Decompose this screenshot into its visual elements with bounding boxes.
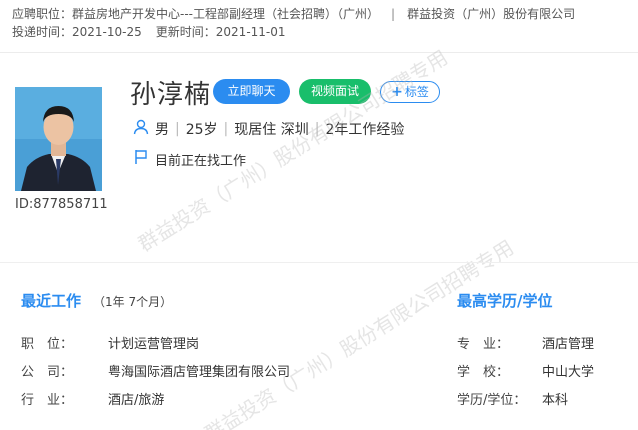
job-status: 目前正在找工作 — [133, 149, 246, 169]
recent-work-title: 最近工作 — [21, 292, 82, 310]
add-tag-button[interactable]: + 标签 — [380, 81, 440, 103]
flag-icon — [133, 149, 149, 169]
separator: | — [223, 121, 229, 137]
work-label-position: 职 位： — [21, 337, 74, 352]
update-label: 更新时间： — [155, 25, 216, 39]
basic-info: 男 | 25岁 | 现居住 深圳 | 2年工作经验 — [133, 119, 404, 139]
work-value-company: 粤海国际酒店管理集团有限公司 — [108, 365, 291, 380]
candidate-name: 孙淳楠 — [130, 80, 212, 110]
edu-label-major: 专 业： — [457, 337, 510, 352]
avatar — [15, 87, 102, 191]
chat-now-button[interactable]: 立即聊天 — [213, 79, 290, 104]
company-name: 群益投资（广州）股份有限公司 — [407, 7, 576, 21]
separator: | — [314, 121, 320, 137]
submit-date: 2021-10-25 — [72, 25, 142, 39]
edu-label-school: 学 校： — [457, 365, 510, 380]
work-value-position: 计划运营管理岗 — [108, 337, 200, 352]
edu-label-degree: 学历/学位： — [457, 393, 527, 408]
edu-value-school: 中山大学 — [542, 365, 595, 380]
edu-value-major: 酒店管理 — [542, 337, 595, 352]
location: 现居住 深圳 — [234, 122, 309, 138]
work-value-industry: 酒店/旅游 — [108, 393, 165, 408]
video-interview-button[interactable]: 视频面试 — [299, 79, 371, 104]
separator: | — [175, 121, 180, 137]
edu-value-degree: 本科 — [542, 393, 569, 408]
plus-icon: + — [391, 84, 403, 100]
person-icon — [133, 119, 149, 139]
divider — [0, 52, 638, 53]
candidate-id: ID:877858711 — [15, 197, 108, 212]
experience: 2年工作经验 — [325, 122, 405, 138]
position-value: 群益房地产开发中心---工程部副经理（社会招聘）（广州） — [72, 7, 380, 21]
application-info: 应聘职位：群益房地产开发中心---工程部副经理（社会招聘）（广州） | 群益投资（广… — [12, 5, 575, 41]
time-row: 投递时间：2021-10-25 更新时间：2021-11-01 — [12, 23, 575, 41]
gender: 男 — [155, 122, 169, 138]
age: 25岁 — [185, 122, 218, 138]
work-duration: （1年 7个月） — [93, 295, 173, 309]
application-row: 应聘职位：群益房地产开发中心---工程部副经理（社会招聘）（广州） | 群益投资（广… — [12, 5, 575, 23]
work-label-industry: 行 业： — [21, 393, 74, 408]
update-date: 2021-11-01 — [215, 25, 286, 39]
education-title: 最高学历/学位 — [457, 292, 553, 310]
tag-label: 标签 — [404, 85, 429, 99]
divider — [0, 262, 638, 263]
work-label-company: 公 司： — [21, 365, 74, 380]
separator: | — [391, 7, 396, 21]
status-text: 目前正在找工作 — [155, 153, 247, 169]
position-label: 应聘职位： — [12, 7, 73, 21]
submit-label: 投递时间： — [12, 25, 73, 39]
